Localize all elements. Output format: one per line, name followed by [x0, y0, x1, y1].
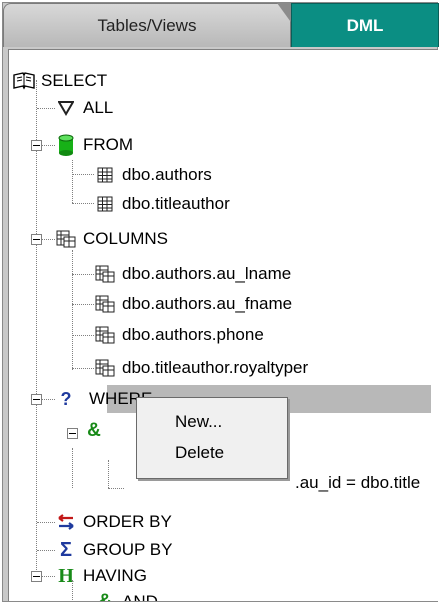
- table-label: dbo.authors: [122, 165, 212, 184]
- tab-dml-label: DML: [346, 15, 384, 35]
- tree-line: [42, 145, 55, 146]
- tab-dml[interactable]: DML: [291, 3, 439, 47]
- tree-node-column[interactable]: dbo.authors.au_lname: [94, 259, 291, 289]
- tree-line: [72, 304, 94, 305]
- column-icon: [94, 324, 116, 346]
- tree-line: [37, 522, 55, 523]
- column-label: dbo.authors.au_lname: [122, 264, 292, 283]
- table-icon: [94, 164, 116, 186]
- tree-node-order-by[interactable]: ORDER BY: [55, 507, 172, 537]
- tree-node-column[interactable]: dbo.titleauthor.royaltyper: [94, 353, 308, 383]
- column-label: dbo.authors.phone: [122, 325, 264, 344]
- sigma-icon: Σ: [59, 538, 72, 561]
- group-by-label: GROUP BY: [83, 540, 173, 559]
- column-icon: [94, 263, 116, 285]
- swap-arrows-icon: [55, 511, 77, 533]
- table-icon: [94, 193, 116, 215]
- column-icon: [94, 357, 116, 379]
- question-icon: ?: [60, 388, 72, 409]
- condition-label: .au_id = dbo.title: [295, 473, 421, 492]
- collapse-toggle-condition[interactable]: [67, 428, 78, 439]
- tree-line: [72, 448, 73, 488]
- tab-tables-views[interactable]: Tables/Views: [3, 3, 291, 47]
- having-h-icon: H: [58, 564, 74, 587]
- tree-line: [108, 488, 124, 489]
- tab-tables-views-label: Tables/Views: [97, 15, 197, 35]
- and-label: AND: [122, 592, 158, 601]
- tree-node-select[interactable]: SELECT: [13, 66, 107, 96]
- collapse-toggle-columns[interactable]: [31, 234, 42, 245]
- context-menu-new[interactable]: New...: [175, 412, 222, 432]
- order-by-label: ORDER BY: [83, 512, 172, 531]
- columns-icon: [55, 228, 77, 250]
- tree-line: [37, 108, 55, 109]
- having-label: HAVING: [83, 566, 147, 585]
- tree-line: [37, 550, 55, 551]
- tree-node-and-group[interactable]: &: [83, 416, 105, 446]
- collapse-toggle-from[interactable]: [31, 140, 42, 151]
- tree-line: [72, 368, 94, 369]
- select-label: SELECT: [41, 71, 108, 90]
- tree-node-column[interactable]: dbo.authors.au_fname: [94, 289, 292, 319]
- all-label: ALL: [83, 98, 114, 117]
- tree-node-and[interactable]: & AND: [94, 587, 158, 601]
- tree-line: [72, 335, 94, 336]
- context-menu: New... Delete: [136, 397, 288, 479]
- tree-node-condition[interactable]: .au_id = dbo.title: [295, 468, 420, 498]
- column-label: dbo.authors.au_fname: [122, 294, 293, 313]
- ampersand-icon: &: [87, 420, 101, 441]
- tree-line: [42, 576, 55, 577]
- database-icon: [55, 134, 77, 156]
- column-label: dbo.titleauthor.royaltyper: [122, 358, 309, 377]
- columns-label: COLUMNS: [83, 229, 169, 248]
- tree-line: [108, 460, 109, 488]
- tree-line: [36, 80, 37, 576]
- tree-line: [72, 580, 73, 601]
- tree-line: [72, 174, 94, 175]
- collapse-toggle-where[interactable]: [31, 394, 42, 405]
- collapse-toggle-having[interactable]: [31, 571, 42, 582]
- tree-node-columns[interactable]: COLUMNS: [55, 224, 168, 254]
- tree-line: [72, 160, 73, 203]
- tree-node-table[interactable]: dbo.titleauthor: [94, 189, 230, 219]
- dml-panel: Tables/Views DML SELECT ALL FROM dbo.aut…: [2, 2, 439, 602]
- tree-line: [72, 250, 73, 370]
- table-label: dbo.titleauthor: [122, 194, 230, 213]
- column-icon: [94, 293, 116, 315]
- tree-line: [42, 239, 55, 240]
- tree-line: [72, 203, 94, 204]
- filter-icon: [55, 97, 77, 119]
- query-tree: SELECT ALL FROM dbo.authors dbo.titleaut…: [8, 49, 438, 601]
- book-icon: [13, 70, 35, 92]
- tree-node-column[interactable]: dbo.authors.phone: [94, 320, 264, 350]
- tree-line: [72, 274, 94, 275]
- tree-node-table[interactable]: dbo.authors: [94, 160, 212, 190]
- tree-node-all[interactable]: ALL: [55, 93, 113, 123]
- context-menu-delete[interactable]: Delete: [175, 443, 224, 463]
- ampersand-icon: &: [94, 591, 116, 601]
- tree-node-from[interactable]: FROM: [55, 130, 133, 160]
- from-label: FROM: [83, 135, 134, 154]
- tree-line: [42, 399, 55, 400]
